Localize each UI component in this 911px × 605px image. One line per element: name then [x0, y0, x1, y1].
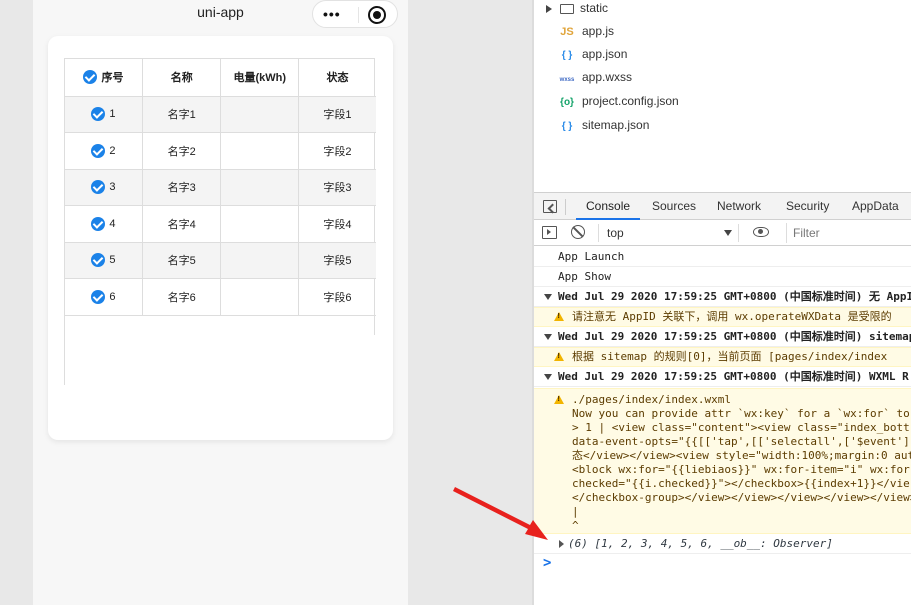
red-arrow-annotation — [453, 487, 548, 540]
